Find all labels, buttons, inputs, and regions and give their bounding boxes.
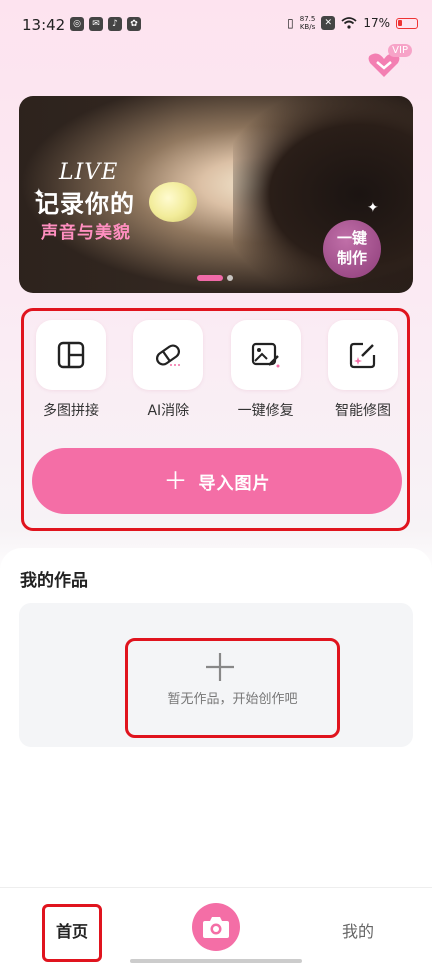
tool-icon-box — [36, 320, 106, 390]
apps-notification-icon: ✿ — [127, 17, 141, 31]
bottom-nav: 首页 我的 — [0, 887, 432, 964]
tools-row: 多图拼接 AI消除 一键修复 智能修图 — [30, 320, 404, 420]
tool-label: 一键修复 — [237, 403, 294, 419]
empty-works-text: 暂无作品，开始创作吧 — [167, 692, 298, 707]
tool-label: 智能修图 — [334, 403, 391, 419]
banner-make-button[interactable]: 一键 制作 — [323, 220, 381, 278]
tools-card: 多图拼接 AI消除 一键修复 智能修图 ＋ 导入图片 — [21, 308, 410, 531]
collage-icon — [57, 341, 85, 369]
promo-banner[interactable]: ✦ ✦ LIVE 记录你的 声音与美貌 一键 制作 — [19, 96, 413, 293]
banner-pagination — [197, 275, 233, 281]
tool-label: 多图拼接 — [43, 403, 99, 419]
tool-icon-box — [230, 320, 301, 390]
import-image-button[interactable]: ＋ 导入图片 — [32, 448, 402, 514]
smart-edit-icon — [349, 342, 376, 369]
banner-live-text: LIVE — [59, 160, 119, 185]
banner-chick-image — [149, 182, 197, 222]
sim-off-icon: ✕ — [321, 16, 336, 30]
banner-cta-line2: 制作 — [336, 249, 367, 267]
tool-one-click-repair[interactable]: 一键修复 — [225, 320, 307, 420]
camera-icon — [203, 917, 229, 938]
tool-icon-box — [327, 320, 398, 390]
nav-camera-button[interactable] — [192, 903, 240, 951]
battery-icon — [396, 17, 418, 29]
status-right: ▯ 87.5 KB/s ✕ 17% — [287, 15, 418, 31]
pagination-dot-active[interactable] — [197, 275, 223, 281]
works-title: 我的作品 — [20, 571, 88, 591]
tool-icon-box — [133, 320, 204, 390]
banner-cta-line1: 一键 — [336, 229, 367, 247]
pagination-dot[interactable] — [227, 275, 233, 281]
eraser-icon — [156, 344, 181, 366]
vip-label: VIP — [388, 44, 412, 57]
tool-label: AI消除 — [147, 403, 190, 419]
tool-ai-erase[interactable]: AI消除 — [127, 320, 209, 420]
app-notification-icon: ◎ — [70, 17, 84, 31]
tiktok-notification-icon: ♪ — [108, 17, 122, 31]
tool-smart-edit[interactable]: 智能修图 — [322, 320, 404, 420]
import-button-label: 导入图片 — [198, 473, 271, 494]
add-icon — [206, 653, 234, 681]
status-time: 13:42 — [22, 16, 66, 34]
wifi-icon — [341, 17, 357, 29]
home-indicator[interactable] — [130, 959, 302, 963]
banner-subtitle: 声音与美貌 — [41, 223, 131, 243]
net-speed-value: 87.5 — [299, 15, 316, 23]
plus-icon: ＋ — [163, 467, 189, 495]
battery-percent: 17% — [363, 16, 390, 30]
net-speed-unit: KB/s — [299, 23, 316, 31]
vibrate-icon: ▯ — [287, 16, 294, 30]
create-work-prompt[interactable]: 暂无作品，开始创作吧 — [125, 638, 340, 738]
image-repair-icon — [251, 342, 280, 368]
tool-collage[interactable]: 多图拼接 — [30, 320, 112, 420]
mail-notification-icon: ✉ — [89, 17, 103, 31]
sparkle-icon: ✦ — [367, 200, 379, 216]
notification-icons: ◎ ✉ ♪ ✿ — [70, 17, 141, 31]
banner-title: 记录你的 — [35, 190, 135, 218]
nav-mine[interactable]: 我的 — [342, 918, 374, 942]
net-speed: 87.5 KB/s — [300, 15, 316, 31]
vip-badge[interactable]: VIP — [366, 44, 412, 80]
nav-home[interactable]: 首页 — [42, 904, 102, 962]
